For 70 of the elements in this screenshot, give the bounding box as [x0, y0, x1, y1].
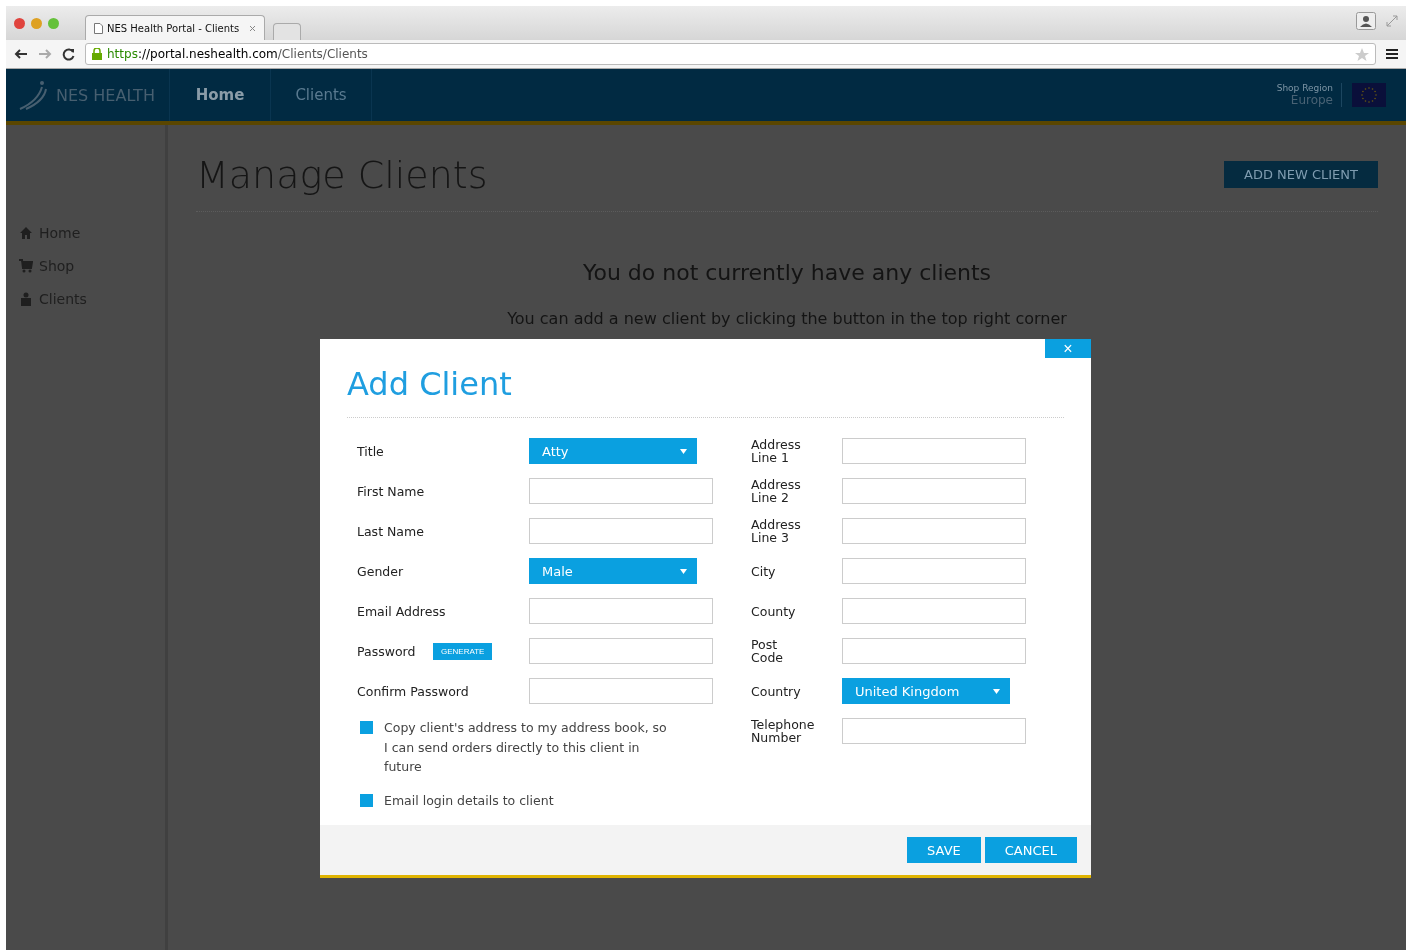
browser-tab[interactable]: NES Health Portal - Clients — [85, 15, 266, 40]
checkbox-label: Email login details to client — [384, 791, 554, 810]
field-label: Password — [357, 643, 417, 659]
region-label: Shop Region — [1276, 83, 1333, 93]
caret-icon — [680, 448, 687, 454]
url-text: https://portal.neshealth.com/Clients/Clients — [107, 47, 368, 61]
back-arrow-icon[interactable] — [14, 48, 28, 60]
dropdown[interactable]: Male — [529, 558, 697, 584]
field-label: Last Name — [357, 523, 425, 539]
input-field[interactable] — [842, 598, 1026, 624]
checkbox[interactable] — [360, 721, 373, 734]
field-label: Address Line 2 — [751, 478, 802, 504]
user-icon[interactable] — [1356, 12, 1376, 30]
person-icon — [19, 292, 33, 306]
cart-icon — [19, 259, 33, 273]
star-icon[interactable] — [1355, 47, 1369, 61]
minimize-window-icon[interactable] — [31, 17, 42, 29]
caret-icon — [680, 568, 687, 574]
nav-link[interactable]: Home — [170, 69, 271, 121]
input-field[interactable] — [842, 558, 1026, 584]
address-bar[interactable]: https://portal.neshealth.com/Clients/Clients — [85, 43, 1376, 65]
page-icon — [94, 22, 103, 34]
field-label: Title — [357, 443, 385, 459]
home-icon — [19, 226, 33, 240]
field-label: Confirm Password — [357, 683, 470, 699]
input-field[interactable] — [529, 678, 713, 704]
padlock-icon — [92, 48, 102, 60]
field-label: City — [751, 564, 777, 578]
eu-flag-icon[interactable] — [1352, 83, 1386, 107]
field-label: Post Code — [751, 638, 784, 664]
generate-button[interactable]: GENERATE — [433, 643, 493, 660]
field-label: Address Line 3 — [751, 518, 802, 544]
logo-icon — [18, 79, 50, 111]
add-client-button[interactable]: ADD NEW CLIENT — [1224, 161, 1378, 188]
fullscreen-icon[interactable] — [1386, 15, 1398, 27]
new-tab-button[interactable] — [273, 23, 302, 40]
input-field[interactable] — [529, 638, 713, 664]
close-icon[interactable] — [249, 24, 257, 32]
field-label: Email Address — [357, 603, 447, 619]
input-field[interactable] — [842, 478, 1026, 504]
brand-name: NES HEALTH — [56, 85, 155, 105]
checkbox[interactable] — [360, 793, 373, 807]
region-value: Europe — [1290, 93, 1333, 107]
input-field[interactable] — [529, 478, 713, 504]
forward-arrow-icon[interactable] — [38, 48, 52, 60]
field-label: Country — [751, 684, 802, 698]
reload-icon[interactable] — [62, 47, 75, 61]
input-field[interactable] — [529, 598, 713, 624]
field-label: Telephone Number — [751, 718, 816, 744]
input-field[interactable] — [842, 638, 1026, 664]
close-window-icon[interactable] — [14, 17, 25, 29]
checkbox-label: Copy client's address to my address book, so I can send orders directly to this client in future — [384, 719, 668, 776]
close-button[interactable]: × — [1045, 339, 1091, 358]
caret-icon — [993, 688, 1000, 694]
field-label: County — [751, 604, 797, 618]
dialog-button[interactable]: CANCEL — [984, 837, 1077, 863]
input-field[interactable] — [842, 518, 1026, 544]
input-field[interactable] — [842, 438, 1026, 464]
field-label: Gender — [357, 563, 405, 579]
dropdown[interactable]: Atty — [529, 438, 697, 464]
input-field[interactable] — [529, 518, 713, 544]
dialog-title: Add Client — [347, 365, 1064, 418]
nav-link[interactable]: Clients — [271, 69, 372, 121]
dialog-button[interactable]: SAVE — [907, 837, 981, 863]
input-field[interactable] — [842, 718, 1026, 744]
field-label: First Name — [357, 483, 426, 499]
menu-icon[interactable] — [1386, 49, 1398, 59]
dropdown[interactable]: United Kingdom — [842, 678, 1010, 704]
zoom-window-icon[interactable] — [48, 17, 59, 29]
field-label: Address Line 1 — [751, 438, 802, 464]
